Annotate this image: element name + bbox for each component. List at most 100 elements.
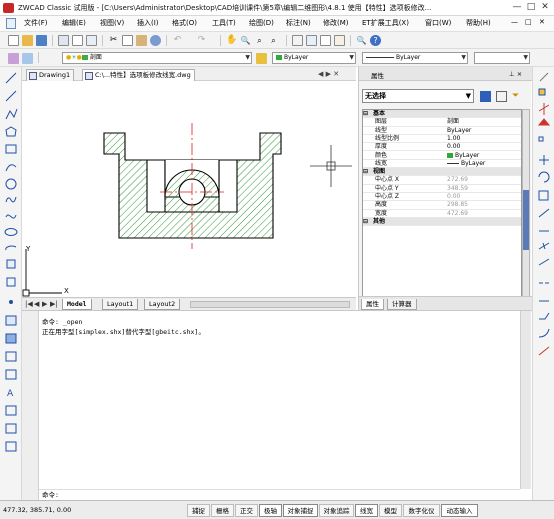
property-row[interactable]: 厚度 0.00 <box>363 143 521 152</box>
doc-minimize-button[interactable]: — <box>511 18 518 26</box>
layer-dropdown[interactable]: ●☀● 剖面 ▼ <box>62 52 252 64</box>
status-dynamic-input[interactable]: 动态输入 <box>441 504 478 517</box>
status-polar[interactable]: 极轴 <box>259 504 282 517</box>
linetype-dropdown[interactable]: ByLayer ▼ <box>362 52 468 64</box>
property-category[interactable]: ⊟ 其他 <box>363 217 521 227</box>
drawing-area[interactable]: Y X <box>22 81 356 297</box>
tab-calculator[interactable]: 计算器 <box>387 299 417 310</box>
pan-icon[interactable]: ✋ <box>226 35 237 46</box>
match-properties-icon[interactable] <box>150 35 161 46</box>
status-otrack[interactable]: 对象追踪 <box>319 504 354 517</box>
tab-properties[interactable]: 属性 <box>361 299 384 310</box>
menu-edit[interactable]: 编辑(E) <box>62 18 86 28</box>
doc-tab-nav[interactable]: ◀ ▶ ✕ <box>318 70 339 78</box>
menu-dimension[interactable]: 标注(N) <box>286 18 311 28</box>
menu-file[interactable]: 文件(F) <box>24 18 48 28</box>
toggle-pickadd-icon[interactable] <box>480 91 491 102</box>
menu-draw[interactable]: 绘图(D) <box>249 18 274 28</box>
status-osnap[interactable]: 对象捕捉 <box>283 504 318 517</box>
print-preview-icon[interactable] <box>72 35 83 46</box>
property-row[interactable]: 宽度 472.69 <box>363 210 521 218</box>
property-row[interactable]: 图层 剖面 <box>363 118 521 127</box>
panel-pin-close[interactable]: ⊥ × <box>509 70 522 78</box>
maximize-button[interactable]: □ <box>525 2 537 13</box>
last-tab-button[interactable]: ▶| <box>50 300 58 308</box>
close-button[interactable]: ✕ <box>539 2 551 13</box>
make-current-layer-icon[interactable] <box>256 53 267 64</box>
layer-previous-icon[interactable] <box>22 53 33 64</box>
cut-icon[interactable]: ✂ <box>108 35 119 46</box>
new-file-icon[interactable] <box>8 35 19 46</box>
design-center-icon[interactable] <box>306 35 317 46</box>
copy-icon[interactable] <box>122 35 133 46</box>
save-icon[interactable] <box>36 35 47 46</box>
menu-window[interactable]: 窗口(W) <box>425 18 451 28</box>
redo-icon[interactable]: ↷ <box>196 35 207 46</box>
polyline-icon <box>5 108 18 120</box>
zoom-window-icon[interactable]: ⌕ <box>254 35 265 46</box>
selection-dropdown[interactable]: 无选择 ▼ <box>362 89 474 103</box>
find-icon[interactable]: 🔍 <box>356 35 367 46</box>
help-icon[interactable]: ? <box>370 35 381 46</box>
tool-palettes-icon[interactable] <box>320 35 331 46</box>
menu-tools[interactable]: 工具(T) <box>212 18 236 28</box>
publish-icon[interactable] <box>86 35 97 46</box>
open-folder-icon[interactable] <box>22 35 33 46</box>
zoom-previous-icon[interactable]: ⌕ <box>268 35 279 46</box>
command-input[interactable]: 命令: <box>39 489 520 500</box>
tab-layout2[interactable]: Layout2 <box>144 299 181 310</box>
print-icon[interactable] <box>58 35 69 46</box>
property-row[interactable]: 线宽 ByLayer <box>363 160 521 169</box>
property-row[interactable]: 中心点 X 272.69 <box>363 176 521 185</box>
menu-view[interactable]: 视图(V) <box>100 18 124 28</box>
horizontal-scrollbar[interactable] <box>190 301 350 308</box>
lineweight-dropdown[interactable]: ▼ <box>474 52 530 64</box>
prev-tab-button[interactable]: ◀ <box>34 300 39 308</box>
command-scrollbar[interactable] <box>520 311 531 489</box>
layer-manager-icon[interactable] <box>8 53 19 64</box>
minimize-button[interactable]: — <box>511 2 523 13</box>
calculator-icon[interactable] <box>334 35 345 46</box>
doc-close-button[interactable]: ✕ <box>539 18 545 26</box>
collapse-icon[interactable]: ⊟ <box>363 168 368 175</box>
collapse-icon[interactable]: ⊟ <box>363 110 368 117</box>
status-tablet[interactable]: 数字化仪 <box>403 504 440 517</box>
status-ortho[interactable]: 正交 <box>235 504 258 517</box>
quick-select-icon[interactable]: ⏷ <box>512 91 523 102</box>
property-row[interactable]: 线型 ByLayer <box>363 127 521 135</box>
color-dropdown[interactable]: ByLayer ▼ <box>272 52 356 64</box>
tab-drawing1[interactable]: Drawing1 <box>26 69 75 81</box>
status-snap[interactable]: 捕捉 <box>187 504 210 517</box>
select-objects-icon[interactable] <box>496 91 507 102</box>
ucs-icon <box>22 249 62 297</box>
property-row[interactable]: 中心点 Y 348.59 <box>363 185 521 193</box>
property-category[interactable]: ⊟ 基本 <box>363 110 521 119</box>
property-row[interactable]: 颜色 ByLayer <box>363 152 521 160</box>
menu-format[interactable]: 格式(O) <box>172 18 197 28</box>
next-tab-button[interactable]: ▶ <box>42 300 47 308</box>
modify-tools-icons[interactable] <box>533 67 554 500</box>
menu-modify[interactable]: 修改(M) <box>323 18 349 28</box>
paste-icon[interactable] <box>136 35 147 46</box>
status-grid[interactable]: 栅格 <box>211 504 234 517</box>
draw-tools-icons[interactable]: A <box>0 67 22 500</box>
property-row[interactable]: 高度 298.85 <box>363 201 521 210</box>
menu-et-tools[interactable]: ET扩展工具(X) <box>362 18 409 28</box>
undo-icon[interactable]: ↶ <box>172 35 183 46</box>
first-tab-button[interactable]: |◀ <box>25 300 33 308</box>
zoom-realtime-icon[interactable]: 🔍 <box>240 35 251 46</box>
document-icon[interactable] <box>6 18 16 29</box>
doc-restore-button[interactable]: □ <box>525 18 532 26</box>
tab-current-drawing[interactable]: C:\...特性】选项板修改线宽.dwg <box>82 69 195 81</box>
status-lineweight[interactable]: 线宽 <box>355 504 378 517</box>
status-model[interactable]: 模型 <box>379 504 402 517</box>
menu-help[interactable]: 帮助(H) <box>466 18 491 28</box>
properties-icon[interactable] <box>292 35 303 46</box>
properties-scrollbar[interactable] <box>522 109 530 299</box>
property-row[interactable]: 线型比例 1.00 <box>363 135 521 144</box>
collapse-icon[interactable]: ⊟ <box>363 218 368 225</box>
tab-layout1[interactable]: Layout1 <box>102 299 139 310</box>
menu-insert[interactable]: 插入(I) <box>137 18 159 28</box>
tab-model[interactable]: Model <box>62 299 92 310</box>
cad-drawing[interactable] <box>22 81 356 297</box>
